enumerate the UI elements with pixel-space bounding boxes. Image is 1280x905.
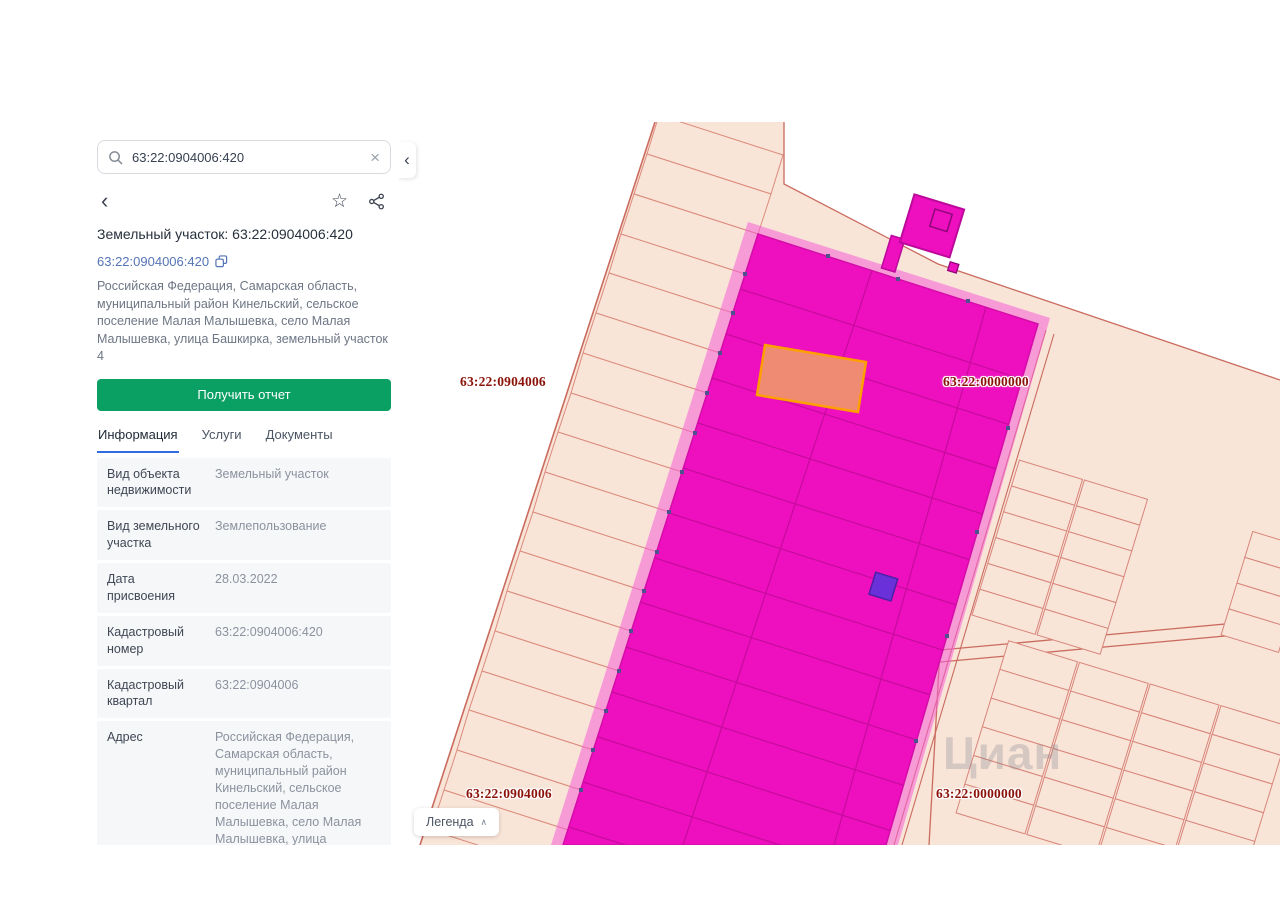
quarter-label: 63:22:0000000 bbox=[943, 374, 1029, 389]
info-row-object-type: Вид объекта недвижимости Земельный участ… bbox=[97, 457, 391, 508]
map-canvas[interactable] bbox=[398, 122, 1280, 845]
favorite-icon[interactable]: ☆ bbox=[331, 192, 348, 211]
info-row-cadastral-number: Кадастровый номер 63:22:0904006:420 bbox=[97, 615, 391, 666]
search-bar[interactable]: × bbox=[97, 140, 391, 174]
panel-toolbar: ‹ ☆ bbox=[97, 189, 391, 213]
map-viewport: 63:22:0904006 63:22:0000000 63:22:090400… bbox=[398, 122, 1280, 845]
page-title: Земельный участок: 63:22:0904006:420 bbox=[97, 226, 353, 242]
search-input[interactable] bbox=[132, 149, 362, 165]
address-summary: Российская Федерация, Самарская область,… bbox=[97, 279, 388, 363]
legend-label: Легенда bbox=[426, 815, 474, 829]
app-window: × ‹ ☆ Земельный участок: 63:22:0904006:4… bbox=[0, 0, 1280, 905]
tab-bar: Информация Услуги Документы bbox=[97, 423, 391, 453]
quarter-label: 63:22:0904006 bbox=[466, 786, 552, 801]
legend-button[interactable]: Легенда ∧ bbox=[414, 808, 500, 836]
copy-icon[interactable] bbox=[215, 255, 228, 268]
info-row-parcel-kind: Вид земельного участка Землепользование bbox=[97, 510, 391, 560]
parcel-info-panel: × ‹ ☆ Земельный участок: 63:22:0904006:4… bbox=[88, 122, 398, 845]
share-icon[interactable] bbox=[368, 193, 385, 210]
quarter-label: 63:22:0000000 bbox=[936, 786, 1022, 801]
collapse-panel-button[interactable]: ‹ bbox=[398, 142, 416, 178]
info-row-cadastral-block: Кадастровый квартал 63:22:0904006 bbox=[97, 668, 391, 719]
get-report-button[interactable]: Получить отчет bbox=[97, 378, 391, 411]
info-row-assign-date: Дата присвоения 28.03.2022 bbox=[97, 563, 391, 613]
tab-documents[interactable]: Документы bbox=[265, 423, 334, 453]
tab-information[interactable]: Информация bbox=[97, 423, 179, 453]
quarter-label: 63:22:0904006 bbox=[460, 374, 546, 389]
back-button[interactable]: ‹ bbox=[97, 190, 112, 212]
clear-search-icon[interactable]: × bbox=[370, 149, 380, 166]
chevron-up-icon: ∧ bbox=[480, 816, 488, 827]
tab-services[interactable]: Услуги bbox=[201, 423, 243, 453]
info-row-address: Адрес Российская Федерация, Самарская об… bbox=[97, 721, 391, 845]
info-table: Вид объекта недвижимости Земельный участ… bbox=[97, 457, 391, 845]
toolbar-actions: ☆ bbox=[331, 192, 385, 211]
cadastral-number-text: 63:22:0904006:420 bbox=[97, 254, 210, 269]
cadastral-number-link[interactable]: 63:22:0904006:420 bbox=[97, 254, 391, 269]
search-icon bbox=[109, 150, 123, 165]
